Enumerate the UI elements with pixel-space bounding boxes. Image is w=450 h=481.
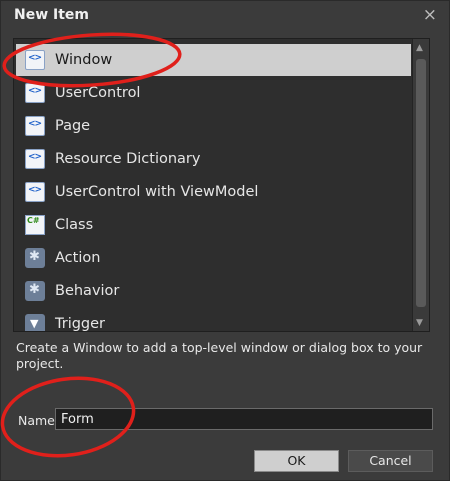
list-item-label: UserControl with ViewModel (55, 184, 259, 200)
scroll-down-icon[interactable]: ▼ (416, 318, 423, 328)
title-bar: New Item × (1, 1, 449, 31)
list-item-label: Page (55, 118, 91, 134)
item-template-list: Window UserControl Page Resource Diction… (13, 38, 430, 332)
list-item-label: UserControl (55, 85, 141, 101)
dialog-title: New Item (14, 7, 90, 23)
cancel-button[interactable]: Cancel (348, 450, 433, 472)
xaml-document-icon (25, 182, 45, 202)
scrollbar-thumb[interactable] (416, 59, 426, 307)
list-item-label: Behavior (55, 283, 120, 299)
list-item-label: Window (55, 52, 113, 68)
xaml-document-icon (25, 149, 45, 169)
list-item-usercontrol-viewmodel[interactable]: UserControl with ViewModel (16, 176, 411, 208)
name-input[interactable] (55, 408, 433, 430)
list-item-class[interactable]: Class (16, 209, 411, 241)
list-item-usercontrol[interactable]: UserControl (16, 77, 411, 109)
csharp-class-icon (25, 215, 45, 235)
list-item-action[interactable]: Action (16, 242, 411, 274)
list-item-label: Resource Dictionary (55, 151, 201, 167)
list-item-page[interactable]: Page (16, 110, 411, 142)
action-icon (25, 248, 45, 268)
list-item-resource-dictionary[interactable]: Resource Dictionary (16, 143, 411, 175)
list-item-label: Class (55, 217, 94, 233)
scroll-up-icon[interactable]: ▲ (416, 43, 423, 53)
xaml-document-icon (25, 83, 45, 103)
list-item-window[interactable]: Window (16, 44, 411, 76)
list-item-label: Trigger (55, 316, 106, 331)
list-item-behavior[interactable]: Behavior (16, 275, 411, 307)
item-list: Window UserControl Page Resource Diction… (14, 39, 412, 331)
item-description: Create a Window to add a top-level windo… (16, 340, 423, 371)
xaml-document-icon (25, 116, 45, 136)
close-icon[interactable]: × (423, 5, 437, 25)
ok-button[interactable]: OK (254, 450, 339, 472)
list-item-label: Action (55, 250, 101, 266)
name-label: Name (18, 413, 55, 428)
new-item-dialog: New Item × Window UserControl Page Resou… (0, 0, 450, 481)
list-scrollbar[interactable]: ▲ ▼ (412, 39, 429, 331)
list-item-trigger[interactable]: Trigger (16, 308, 411, 331)
behavior-icon (25, 281, 45, 301)
xaml-document-icon (25, 50, 45, 70)
trigger-icon (25, 314, 45, 331)
